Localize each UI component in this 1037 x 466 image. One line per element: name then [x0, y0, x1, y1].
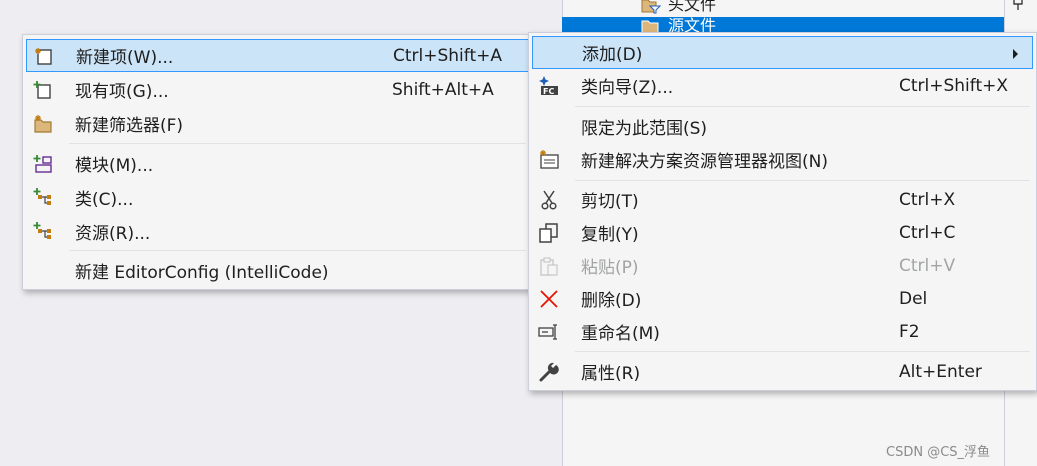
scissors-icon [534, 183, 564, 216]
menu-separator [69, 250, 526, 251]
resource-icon [28, 215, 58, 248]
menu-separator [69, 143, 526, 144]
menu-separator [575, 106, 1030, 107]
folder-filter-icon [641, 0, 662, 13]
add-submenu: 新建项(W)... Ctrl+Shift+A 现有项(G)... Shift+A… [22, 34, 533, 290]
menu-item-class[interactable]: 类(C)... [26, 181, 529, 214]
menu-item-shortcut: Ctrl+Shift+X [899, 75, 1009, 96]
menu-item-label: 新建解决方案资源管理器视图(N) [581, 152, 828, 172]
watermark: CSDN @CS_浮鱼 [886, 445, 991, 460]
menu-item-label: 粘贴(P) [581, 258, 639, 278]
menu-item-label: 新建 EditorConfig (IntelliCode) [75, 263, 329, 283]
menu-item-label: 删除(D) [581, 291, 642, 311]
menu-item-delete[interactable]: 删除(D) Del [532, 282, 1033, 315]
new-view-icon [534, 143, 564, 176]
class-icon [28, 181, 58, 214]
menu-item-shortcut: F2 [899, 321, 920, 342]
menu-item-shortcut: Ctrl+X [899, 189, 956, 210]
menu-item-resource[interactable]: 资源(R)... [26, 215, 529, 248]
menu-item-new-editorconfig[interactable]: 新建 EditorConfig (IntelliCode) [26, 254, 529, 287]
module-icon [28, 147, 58, 180]
menu-item-label: 新建项(W)... [76, 48, 174, 68]
menu-item-label: 剪切(T) [581, 192, 639, 212]
class-wizard-icon: FC [534, 69, 564, 102]
pin-icon[interactable] [1010, 0, 1030, 12]
menu-item-properties[interactable]: 属性(R) Alt+Enter [532, 355, 1033, 388]
menu-item-shortcut: Ctrl+Shift+A [393, 45, 503, 66]
new-item-icon [29, 39, 59, 72]
menu-item-label: 模块(M)... [75, 156, 154, 176]
menu-separator [575, 180, 1030, 181]
menu-item-new-view[interactable]: 新建解决方案资源管理器视图(N) [532, 143, 1033, 176]
menu-item-label: 属性(R) [581, 364, 641, 384]
tree-item-label: 头文件 [668, 0, 717, 14]
menu-separator [575, 351, 1030, 352]
menu-item-class-wizard[interactable]: FC 类向导(Z)... Ctrl+Shift+X [532, 69, 1033, 102]
menu-item-label: 类(C)... [75, 190, 134, 210]
menu-item-scope[interactable]: 限定为此范围(S) [532, 110, 1033, 143]
menu-item-new-filter[interactable]: 新建筛选器(F) [26, 107, 529, 140]
menu-item-rename[interactable]: 重命名(M) F2 [532, 315, 1033, 348]
menu-item-shortcut: Ctrl+C [899, 222, 956, 243]
menu-item-existing-item[interactable]: 现有项(G)... Shift+Alt+A [26, 73, 529, 106]
menu-item-copy[interactable]: 复制(Y) Ctrl+C [532, 216, 1033, 249]
copy-icon [534, 216, 564, 249]
wrench-icon [534, 355, 564, 388]
menu-item-label: 资源(R)... [75, 224, 151, 244]
menu-item-add[interactable]: 添加(D) [532, 36, 1033, 69]
menu-item-shortcut: Ctrl+V [899, 255, 956, 276]
tree-item-header-files[interactable]: 头文件 [562, 0, 1004, 14]
existing-item-icon [28, 73, 58, 106]
menu-item-paste[interactable]: 粘贴(P) Ctrl+V [532, 249, 1033, 282]
menu-item-new-item[interactable]: 新建项(W)... Ctrl+Shift+A [26, 39, 529, 72]
menu-item-label: 类向导(Z)... [581, 78, 674, 98]
menu-item-label: 新建筛选器(F) [75, 116, 184, 136]
svg-text:FC: FC [543, 87, 554, 96]
menu-item-cut[interactable]: 剪切(T) Ctrl+X [532, 183, 1033, 216]
menu-item-label: 限定为此范围(S) [581, 119, 708, 139]
menu-item-shortcut: Alt+Enter [899, 361, 982, 382]
menu-item-label: 添加(D) [582, 45, 643, 65]
new-folder-icon [28, 107, 58, 140]
rename-icon [534, 315, 564, 348]
submenu-arrow-icon [1013, 49, 1018, 59]
menu-item-label: 重命名(M) [581, 324, 660, 344]
menu-item-label: 复制(Y) [581, 225, 639, 245]
menu-item-module[interactable]: 模块(M)... [26, 147, 529, 180]
paste-icon [534, 249, 564, 282]
menu-item-label: 现有项(G)... [75, 82, 169, 102]
context-menu: 添加(D) FC 类向导(Z)... Ctrl+Shift+X 限定为此范围(S… [528, 32, 1037, 391]
delete-icon [534, 282, 564, 315]
menu-item-shortcut: Shift+Alt+A [392, 79, 494, 100]
menu-item-shortcut: Del [899, 288, 928, 309]
